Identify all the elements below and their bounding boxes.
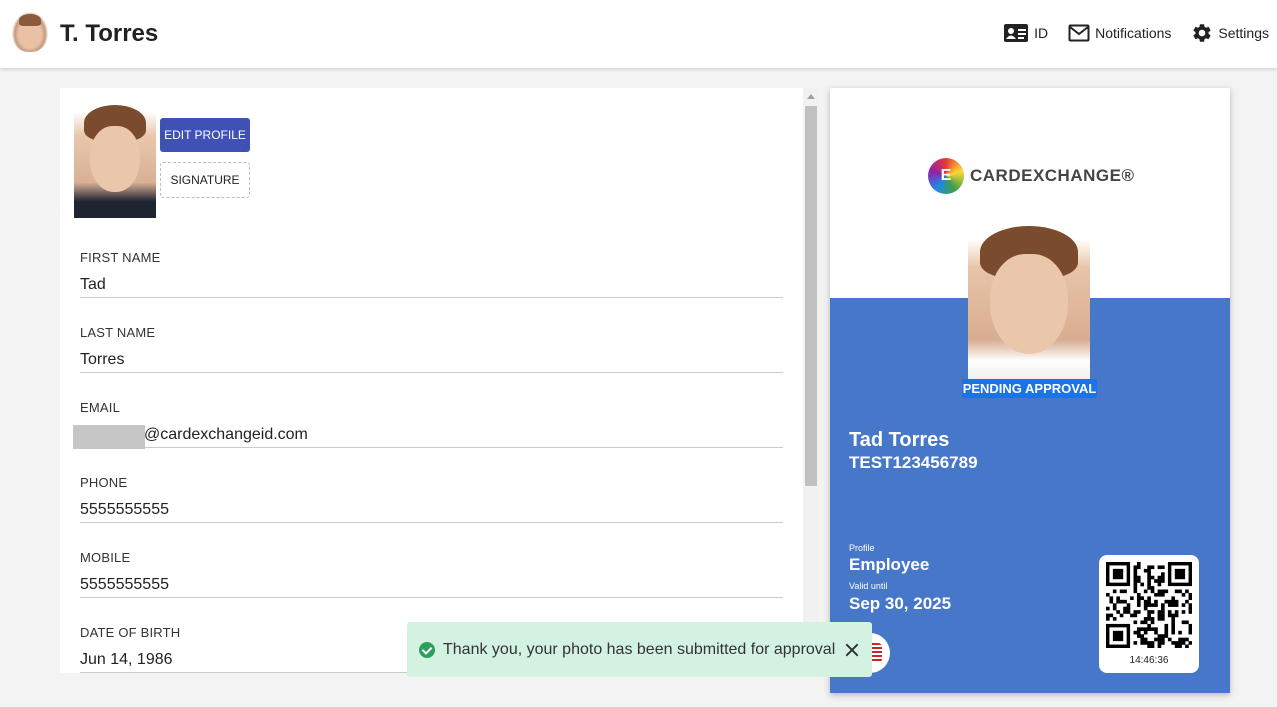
toast-message: Thank you, your photo has been submitted… (443, 640, 836, 658)
nav-notifications-label: Notifications (1095, 25, 1172, 41)
app-header: T. Torres ID Notifications Settings (0, 0, 1277, 68)
last-name-label: LAST NAME (80, 325, 156, 340)
mobile-value: 5555555555 (80, 576, 169, 593)
logo-text: CARDEXCHANGE® (970, 166, 1135, 185)
profile-value: Employee (849, 555, 930, 574)
scroll-up-arrow-icon[interactable] (807, 94, 815, 99)
email-field[interactable]: EMAIL @cardexchangeid.com (73, 400, 783, 449)
id-card-icon (1004, 24, 1029, 42)
cardexchange-logo: E CARDEXCHANGE® (928, 158, 1134, 194)
nav-id-label: ID (1034, 25, 1049, 41)
last-name-value: Torres (80, 351, 125, 368)
email-value: @cardexchangeid.com (144, 426, 308, 443)
envelope-icon (1068, 24, 1090, 42)
first-name-field[interactable]: FIRST NAME Tad (80, 250, 783, 298)
email-redaction (73, 425, 145, 449)
profile-label: Profile (849, 543, 875, 553)
mobile-label: MOBILE (80, 550, 131, 565)
nav-settings[interactable]: Settings (1191, 22, 1269, 44)
card-photo (968, 220, 1090, 380)
signature-button[interactable]: SIGNATURE (160, 162, 250, 198)
first-name-label: FIRST NAME (80, 250, 161, 265)
qr-code: 14:46:36 (1099, 555, 1199, 673)
status-badge: PENDING APPROVAL (962, 379, 1097, 398)
panel-scrollbar[interactable] (803, 88, 819, 673)
card-id-number: TEST123456789 (849, 453, 978, 472)
first-name-value: Tad (80, 276, 106, 293)
id-card-preview: E CARDEXCHANGE® PENDING APPROVAL Tad Tor… (830, 88, 1230, 693)
profile-photo (74, 100, 156, 218)
mobile-field[interactable]: MOBILE 5555555555 (80, 550, 783, 598)
edit-profile-button[interactable]: EDIT PROFILE (160, 118, 250, 152)
close-icon[interactable] (843, 641, 861, 659)
qr-code-icon (1106, 562, 1192, 648)
scrollbar-thumb[interactable] (805, 106, 817, 486)
top-nav: ID Notifications Settings (1003, 22, 1269, 44)
gear-icon (1193, 24, 1211, 42)
logo-mark-icon: E (928, 158, 964, 194)
valid-until-label: Valid until (849, 581, 888, 591)
valid-until-value: Sep 30, 2025 (849, 594, 952, 613)
phone-field[interactable]: PHONE 5555555555 (80, 475, 783, 523)
avatar[interactable] (12, 12, 48, 52)
nav-notifications[interactable]: Notifications (1068, 24, 1171, 42)
date-of-birth-label: DATE OF BIRTH (80, 625, 181, 640)
last-name-field[interactable]: LAST NAME Torres (80, 325, 783, 373)
phone-value: 5555555555 (80, 501, 169, 518)
check-circle-icon (419, 641, 435, 658)
phone-label: PHONE (80, 475, 128, 490)
toast-notification: Thank you, your photo has been submitted… (407, 622, 872, 677)
nav-id[interactable]: ID (1003, 23, 1048, 43)
date-of-birth-value: Jun 14, 1986 (80, 651, 173, 668)
nav-settings-label: Settings (1218, 25, 1269, 41)
email-label: EMAIL (80, 400, 121, 415)
page-title: T. Torres (60, 20, 159, 47)
profile-panel: EDIT PROFILE SIGNATURE FIRST NAME Tad LA… (60, 88, 819, 673)
qr-timestamp: 14:46:36 (1129, 655, 1169, 666)
card-holder-name: Tad Torres (849, 429, 950, 451)
